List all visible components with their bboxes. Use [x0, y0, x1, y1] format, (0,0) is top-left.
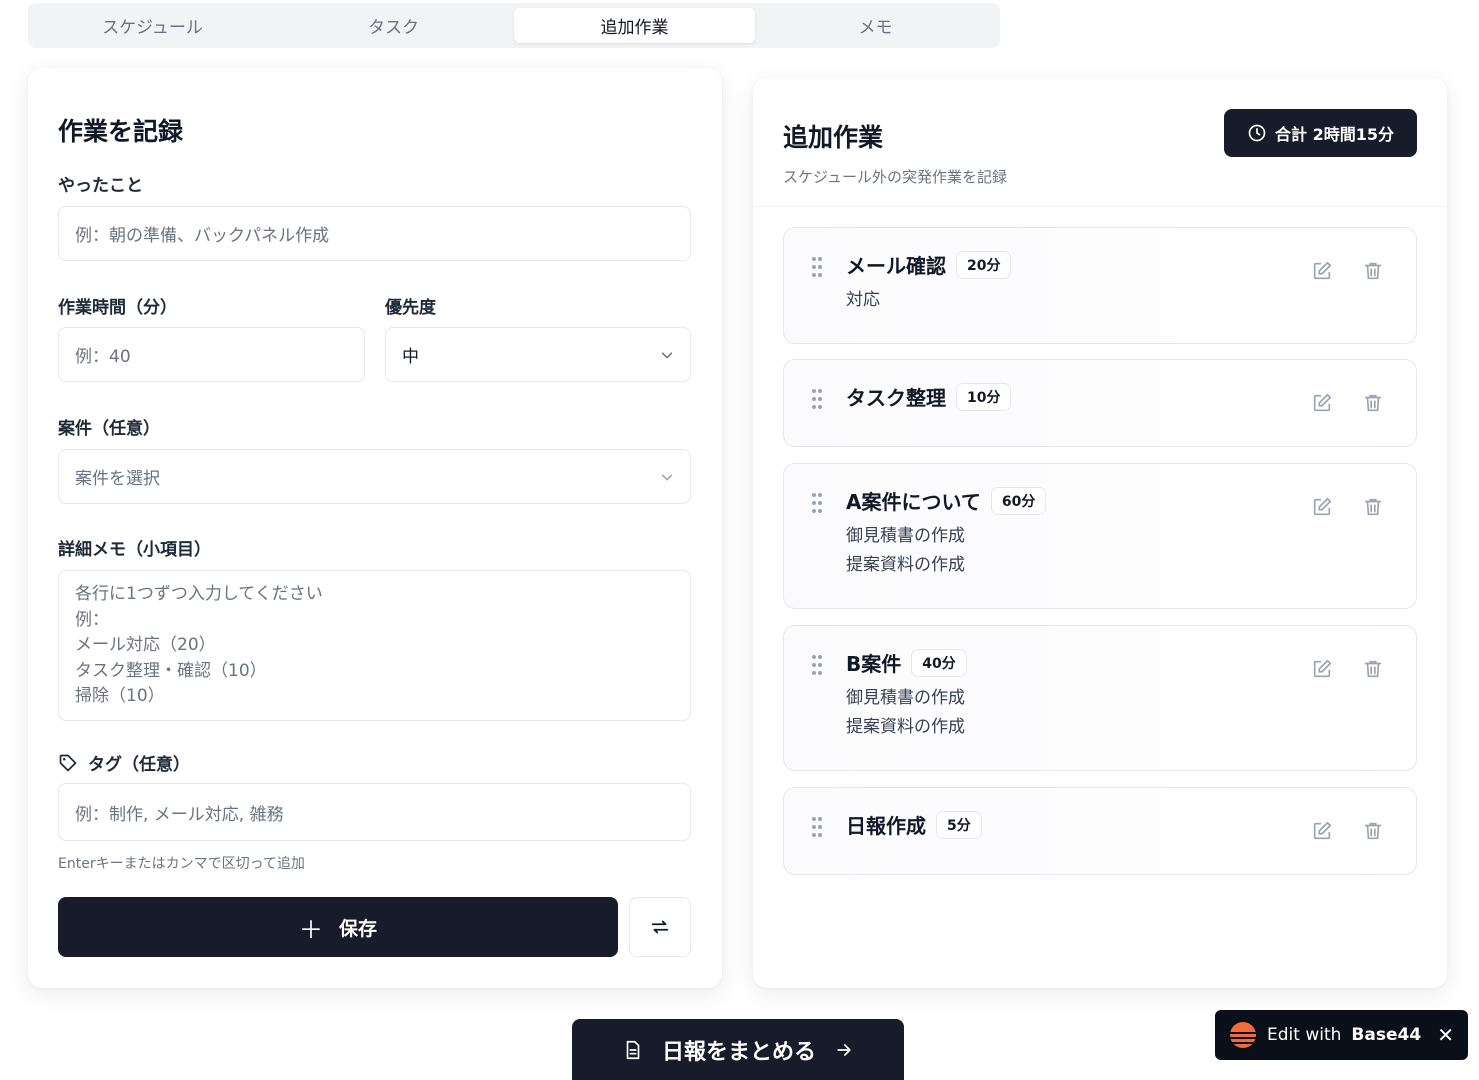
edit-icon[interactable] [1311, 392, 1333, 414]
trash-icon[interactable] [1362, 496, 1384, 518]
item-details: 御見積書の作成 提案資料の作成 [846, 684, 965, 742]
plus-icon: ＋ [298, 915, 323, 944]
total-label: 合計 2時間15分 [1275, 125, 1394, 144]
minutes-badge: 10分 [956, 382, 1012, 411]
list-subtitle: スケジュール外の突発作業を記録 [783, 168, 1007, 186]
edit-icon[interactable] [1311, 820, 1333, 842]
tab-tasks[interactable]: タスク [273, 8, 514, 43]
memo-textarea[interactable]: 各行に1つずつ入力してください 例： メール対応（20） タスク整理・確認（10… [58, 570, 691, 721]
save-button[interactable]: ＋ 保存 [58, 897, 618, 957]
repeat-icon [651, 920, 669, 934]
list-item[interactable]: メール確認 20分 対応 [783, 227, 1417, 344]
divider [753, 206, 1447, 207]
close-icon[interactable]: ✕ [1437, 1023, 1454, 1047]
edit-with-base44-badge[interactable]: Edit with Base44 ✕ [1215, 1010, 1468, 1060]
tab-schedule[interactable]: スケジュール [32, 8, 273, 43]
save-label: 保存 [338, 917, 377, 940]
edit-icon[interactable] [1311, 658, 1333, 680]
trash-icon[interactable] [1362, 658, 1384, 680]
tag-label-row: タグ（任意） [58, 750, 190, 775]
drag-handle-icon[interactable] [811, 816, 823, 838]
trash-icon[interactable] [1362, 260, 1384, 282]
item-detail-line: 提案資料の作成 [846, 555, 965, 575]
priority-select[interactable]: 中 [385, 327, 691, 382]
list-item[interactable]: タスク整理 10分 [783, 359, 1417, 447]
edit-with-label: Edit with [1267, 1025, 1342, 1045]
drag-handle-icon[interactable] [811, 256, 823, 278]
extra-work-list-card: 追加作業 スケジュール外の突発作業を記録 合計 2時間15分 メール確認 20分… [753, 78, 1447, 988]
record-form-card: 作業を記録 やったこと 例：朝の準備、バックパネル作成 作業時間（分） 例：40… [28, 68, 722, 988]
trash-icon[interactable] [1362, 392, 1384, 414]
drag-handle-icon[interactable] [811, 492, 823, 514]
item-detail-line: 提案資料の作成 [846, 717, 965, 737]
list-item[interactable]: B案件 40分 御見積書の作成 提案資料の作成 [783, 625, 1417, 771]
clock-icon [1248, 124, 1266, 142]
priority-value: 中 [402, 347, 419, 367]
brand-label: Base44 [1351, 1025, 1422, 1045]
what-placeholder: 例：朝の準備、バックパネル作成 [75, 226, 330, 246]
tab-memo[interactable]: メモ [755, 8, 996, 43]
item-title: 日報作成 [846, 814, 926, 838]
tab-bar: スケジュール タスク 追加作業 メモ [28, 3, 1000, 48]
item-title-row: メール確認 20分 [846, 250, 1012, 279]
tag-placeholder: 例：制作, メール対応, 雑務 [75, 804, 284, 825]
list-item[interactable]: A案件について 60分 御見積書の作成 提案資料の作成 [783, 463, 1417, 609]
trash-icon[interactable] [1362, 820, 1384, 842]
document-icon [626, 1040, 640, 1059]
priority-label: 優先度 [385, 298, 436, 318]
list-item[interactable]: 日報作成 5分 [783, 787, 1417, 875]
chevron-down-icon [661, 473, 673, 480]
minutes-badge: 60分 [990, 486, 1047, 515]
swap-button[interactable] [629, 897, 691, 957]
minutes-badge: 5分 [936, 810, 982, 839]
base44-logo-icon [1230, 1022, 1256, 1048]
project-placeholder: 案件を選択 [75, 469, 160, 489]
item-title: タスク整理 [846, 386, 946, 410]
total-time-button[interactable]: 合計 2時間15分 [1224, 109, 1417, 157]
memo-label: 詳細メモ（小項目） [58, 540, 211, 560]
item-title-row: B案件 40分 [846, 648, 967, 677]
item-title: A案件について [846, 490, 981, 514]
item-detail-line: 御見積書の作成 [846, 526, 965, 546]
item-title-row: タスク整理 10分 [846, 382, 1012, 411]
minutes-badge: 20分 [956, 250, 1012, 279]
item-detail-line: 御見積書の作成 [846, 688, 965, 708]
list-title: 追加作業 [783, 123, 884, 152]
item-title: メール確認 [846, 254, 946, 278]
project-label: 案件（任意） [58, 419, 160, 439]
time-input[interactable]: 例：40 [58, 327, 365, 382]
tag-hint: Enterキーまたはカンマで区切って追加 [58, 856, 305, 872]
drag-handle-icon[interactable] [811, 388, 823, 410]
arrow-right-icon [837, 1043, 851, 1056]
edit-icon[interactable] [1311, 260, 1333, 282]
drag-handle-icon[interactable] [811, 654, 823, 676]
item-title-row: 日報作成 5分 [846, 810, 982, 839]
summary-label: 日報をまとめる [661, 1039, 816, 1065]
tag-icon [59, 754, 77, 771]
minutes-badge: 40分 [911, 648, 967, 677]
form-title: 作業を記録 [58, 117, 184, 146]
tab-extra-work[interactable]: 追加作業 [514, 8, 755, 43]
time-placeholder: 例：40 [75, 347, 131, 367]
time-label: 作業時間（分） [58, 298, 177, 318]
project-select[interactable]: 案件を選択 [58, 449, 691, 504]
chevron-down-icon [661, 351, 673, 358]
what-label: やったこと [58, 176, 143, 196]
item-details: 御見積書の作成 提案資料の作成 [846, 522, 965, 580]
daily-report-summary-button[interactable]: 日報をまとめる [572, 1019, 904, 1080]
edit-icon[interactable] [1311, 496, 1333, 518]
item-details: 対応 [846, 286, 880, 315]
item-title-row: A案件について 60分 [846, 486, 1047, 515]
item-detail-line: 対応 [846, 290, 880, 310]
tag-input[interactable]: 例：制作, メール対応, 雑務 [58, 783, 691, 841]
item-title: B案件 [846, 652, 902, 676]
tag-label: タグ（任意） [88, 755, 190, 775]
what-input[interactable]: 例：朝の準備、バックパネル作成 [58, 206, 691, 261]
